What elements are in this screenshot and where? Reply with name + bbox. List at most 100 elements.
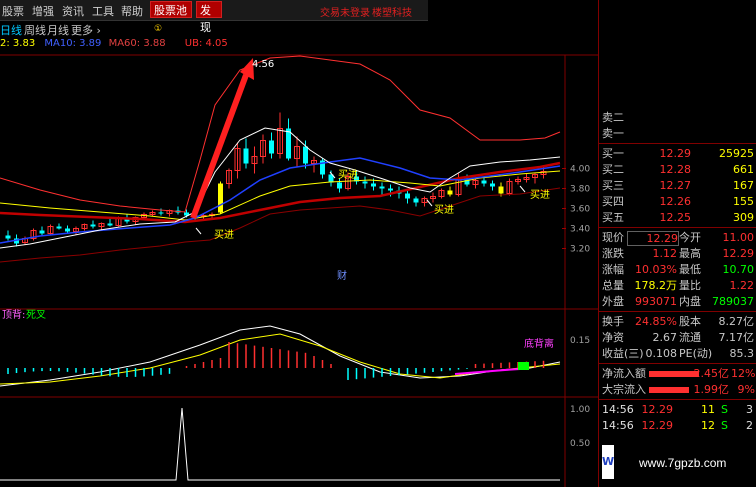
ask-row: 卖二: [599, 110, 756, 126]
stat-value: 10.70: [722, 263, 755, 276]
price-axis-tick: 4.00: [570, 165, 590, 175]
stat-row: 总量 178.2万 量比 1.22: [599, 278, 756, 294]
stat-label: 总量: [602, 279, 624, 292]
tick-time: 14:56: [602, 403, 634, 416]
macd-signal-box: [518, 362, 529, 370]
fundamental-row: 换手 24.85% 股本 8.27亿: [599, 314, 756, 330]
candle-down: [303, 146, 308, 164]
tick-side: S: [721, 419, 728, 432]
bid-volume: 167: [733, 179, 754, 192]
divider: [599, 311, 756, 312]
candle-down: [107, 223, 113, 226]
financial-report-marker: 财: [337, 269, 347, 282]
tick-row: 14:56 12.29 12 S 2: [599, 418, 756, 434]
stat-label: 涨幅: [602, 263, 624, 276]
flow-value: 1.99亿: [693, 383, 730, 396]
fundamental-label: 净资: [602, 331, 624, 344]
bid-price: 12.25: [659, 211, 692, 224]
stat-value: 11.00: [722, 231, 755, 244]
bottom-axis-tick: 1.00: [570, 405, 590, 415]
candle-down: [65, 228, 70, 232]
fundamental-value: 24.85%: [635, 315, 677, 328]
candle-down: [269, 140, 274, 154]
candle-down: [371, 183, 376, 187]
stat-row: 涨幅 10.03% 最低 10.70: [599, 262, 756, 278]
buy-marker-arrow: [195, 227, 202, 235]
candle-down: [39, 230, 45, 234]
buy-signal-label: 买进: [338, 169, 358, 181]
candle-down: [56, 226, 62, 229]
stock-chart[interactable]: 4.003.803.603.403.204.56买进买进买进买进财顶背: 死叉底背…: [0, 0, 598, 487]
stat-row: 外盘 993071 内盘 789037: [599, 294, 756, 310]
fundamental-label: 股本: [679, 315, 701, 328]
bid-label: 买五: [602, 211, 624, 224]
macd-signal-line: [454, 368, 521, 375]
stat-label: 涨跌: [602, 247, 624, 260]
candle-down: [379, 186, 385, 189]
candle-down: [286, 128, 291, 159]
candle-down: [388, 188, 393, 191]
fundamental-value: 2.67: [652, 331, 678, 344]
tick-price: 12.29: [641, 403, 674, 416]
bid-label: 买四: [602, 195, 624, 208]
flow-row: 大宗流入 1.99亿 9%: [599, 382, 756, 398]
candle-down: [337, 182, 342, 189]
bid-row: 买二 12.28 661: [599, 162, 756, 178]
bid-volume: 25925: [719, 147, 754, 160]
bid-price: 12.29: [659, 147, 692, 160]
flow-value: 2.45亿: [693, 367, 730, 380]
candle-down: [405, 193, 410, 199]
high-price-label: 4.56: [252, 59, 274, 70]
macd-bottom-divergence-label: 底背离: [524, 337, 554, 350]
divider: [599, 399, 756, 400]
tick-volume: 12: [701, 419, 715, 432]
stat-label: 今开: [679, 231, 701, 244]
candle-down: [413, 198, 419, 203]
fundamental-row: 净资 2.67 流通 7.17亿: [599, 330, 756, 346]
tick-count: 2: [746, 419, 753, 432]
stat-label: 内盘: [679, 295, 701, 308]
fundamental-label: 流通: [679, 331, 701, 344]
bid-row: 买一 12.29 25925: [599, 146, 756, 162]
tick-side: S: [721, 403, 728, 416]
fundamental-value: 8.27亿: [718, 315, 755, 328]
tick-count: 3: [746, 403, 753, 416]
stat-label: 最低: [679, 263, 701, 276]
divider: [599, 143, 756, 144]
stat-value: 1.22: [729, 279, 755, 292]
tick-volume: 11: [701, 403, 715, 416]
candle-down: [498, 186, 504, 194]
stat-value: 993071: [635, 295, 677, 308]
buy-marker-arrow: [519, 185, 526, 193]
ask-label: 卖一: [602, 127, 624, 140]
tick-price: 12.29: [641, 419, 674, 432]
bottom-axis-tick: 0.50: [570, 439, 590, 449]
buy-signal-label: 买进: [530, 189, 550, 201]
flow-label: 大宗流入: [602, 383, 646, 396]
macd-axis-tick: 0.15: [570, 336, 590, 346]
buy-signal-label: 买进: [214, 229, 234, 241]
buy-marker-arrow: [426, 199, 433, 207]
macd-dead-cross-label: 死叉: [26, 309, 46, 321]
flow-percent: 12%: [731, 367, 756, 380]
bid-row: 买三 12.27 167: [599, 178, 756, 194]
bid-volume: 309: [733, 211, 754, 224]
flow-percent: 9%: [737, 383, 755, 396]
ask-row: 卖一: [599, 126, 756, 142]
stat-label: 量比: [679, 279, 701, 292]
tick-row: 14:56 12.29 11 S 3: [599, 402, 756, 418]
divider: [599, 227, 756, 228]
buy-signal-label: 买进: [434, 204, 454, 216]
stat-value: 178.2万: [634, 279, 678, 292]
candle-down: [481, 180, 487, 184]
watermark: www.7gpzb.com: [639, 456, 727, 470]
bid-price: 12.28: [659, 163, 692, 176]
bid-label: 买二: [602, 163, 624, 176]
divider: [599, 363, 756, 364]
bid-volume: 661: [733, 163, 754, 176]
bid-label: 买三: [602, 179, 624, 192]
fundamental-label: 换手: [602, 315, 624, 328]
bid-row: 买五 12.25 309: [599, 210, 756, 226]
tick-time: 14:56: [602, 419, 634, 432]
stat-label: 最高: [679, 247, 701, 260]
